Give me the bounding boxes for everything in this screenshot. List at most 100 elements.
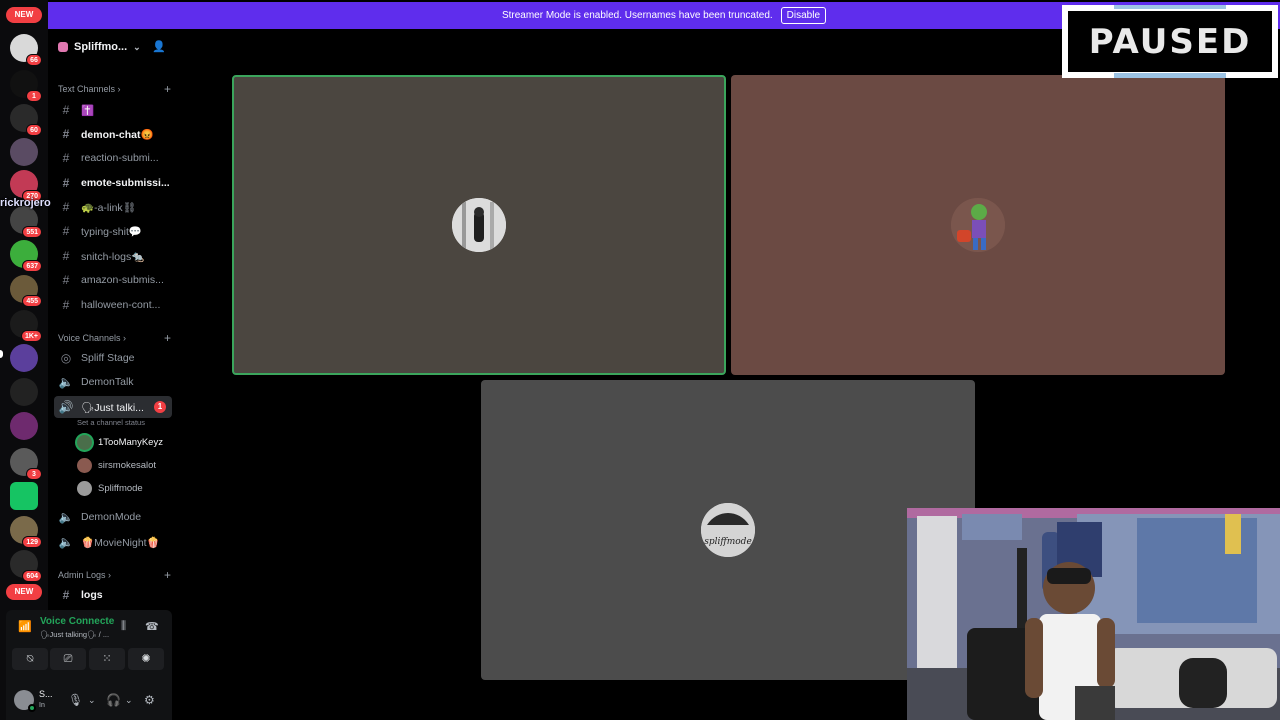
server-icon[interactable]: 604 xyxy=(10,550,42,582)
webcam-feed xyxy=(907,508,1280,720)
server-icon[interactable]: 551 xyxy=(10,206,42,238)
gear-icon[interactable]: ⚙ xyxy=(144,693,155,707)
channel-item[interactable]: # emote-submissi... xyxy=(54,172,172,194)
channel-label: logs xyxy=(81,589,103,601)
paused-label: PAUSED xyxy=(1066,9,1274,74)
video-tile[interactable] xyxy=(731,75,1225,375)
server-badge: 60 xyxy=(26,124,42,136)
hash-icon: # xyxy=(62,588,70,602)
channel-label: ✝️ xyxy=(81,104,95,117)
status-online-icon xyxy=(28,704,36,712)
server-icon[interactable]: 637 xyxy=(10,240,42,272)
channel-item[interactable]: # halloween-cont... xyxy=(54,294,172,316)
voice-connected-title[interactable]: Voice Connecte xyxy=(40,616,114,627)
server-icon[interactable]: 66 xyxy=(10,34,42,66)
signal-icon: 📶 xyxy=(18,621,32,633)
channel-item[interactable]: # reaction-submi... xyxy=(54,147,172,169)
invite-people-icon[interactable]: 👤 xyxy=(152,40,166,53)
voice-channel-item[interactable]: 🔈 DemonMode xyxy=(54,506,172,528)
activities-button[interactable]: ⁙ xyxy=(89,648,125,670)
voice-user-name: Spliffmode xyxy=(98,482,143,494)
channel-item[interactable]: # logs xyxy=(54,584,172,606)
noise-suppression-icon[interactable]: ⫼ xyxy=(121,620,126,633)
voice-channel-item[interactable]: ◎ Spliff Stage xyxy=(54,347,172,369)
channel-label: snitch-logs🐀 xyxy=(81,250,145,263)
server-icon[interactable]: 1 xyxy=(10,70,42,102)
paused-overlay: PAUSED xyxy=(1062,5,1278,78)
server-icon[interactable]: 60 xyxy=(10,104,42,136)
category-voice-channels[interactable]: Voice Channels › + xyxy=(58,331,171,345)
server-icon[interactable] xyxy=(10,344,38,372)
disconnect-icon[interactable]: ☎ xyxy=(145,620,159,633)
soundboard-button[interactable]: ✺ xyxy=(128,648,164,670)
voice-channel-item[interactable]: 🔈 🍿MovieNight🍿 xyxy=(54,531,172,553)
add-channel-icon[interactable]: + xyxy=(164,568,171,582)
add-channel-icon[interactable]: + xyxy=(164,82,171,96)
new-servers-pill[interactable]: NEW xyxy=(6,7,42,23)
category-label: Voice Channels xyxy=(58,333,121,343)
overlay-accent xyxy=(1114,73,1226,78)
avatar-logo-text: spliffmode xyxy=(704,537,752,547)
channel-item[interactable]: # amazon-submis... xyxy=(54,269,172,291)
avatar xyxy=(452,198,506,252)
avatar xyxy=(951,198,1005,252)
screenshare-button[interactable]: ⎚ xyxy=(50,648,86,670)
voice-user-name: sirsmokesalot xyxy=(98,459,157,471)
server-icon[interactable] xyxy=(10,378,38,406)
server-icon[interactable]: 270 xyxy=(10,170,42,202)
voice-user-name: 1TooManyKeyz xyxy=(98,436,163,448)
avatar[interactable] xyxy=(14,690,36,712)
speaker-icon: 🔊 xyxy=(58,400,74,414)
channel-item[interactable]: # 🐢-a-link⛓ xyxy=(54,196,172,218)
server-icon[interactable]: 3 xyxy=(10,448,42,480)
server-icon[interactable]: 455 xyxy=(10,275,42,307)
channel-item[interactable]: # typing-shit💬 xyxy=(54,220,172,242)
hash-icon: # xyxy=(62,298,70,312)
channel-label: emote-submissi... xyxy=(81,177,170,189)
voice-connected-channel[interactable]: 🗣Just talking🗣 / ... xyxy=(40,630,109,639)
server-badge: 604 xyxy=(22,570,42,582)
microphone-icon[interactable]: 🎙 xyxy=(68,693,83,707)
avatar xyxy=(77,434,92,450)
camera-button[interactable]: ⍉ xyxy=(12,648,48,670)
voice-user[interactable]: Spliffmode xyxy=(77,478,177,498)
avatar xyxy=(77,480,92,496)
server-badge: 455 xyxy=(22,295,42,307)
category-admin-logs[interactable]: Admin Logs › + xyxy=(58,568,171,582)
headphones-icon[interactable]: 🎧 xyxy=(106,693,121,707)
video-tile[interactable]: spliffmode xyxy=(481,380,975,680)
new-servers-pill[interactable]: NEW xyxy=(6,584,42,600)
chevron-down-icon[interactable]: ⌄ xyxy=(88,695,96,706)
server-icon[interactable] xyxy=(10,482,38,510)
hash-icon: # xyxy=(62,200,70,214)
unread-pip xyxy=(0,350,3,358)
add-channel-icon[interactable]: + xyxy=(164,331,171,345)
chevron-down-icon[interactable]: ⌄ xyxy=(125,695,133,706)
user-status: In xyxy=(39,702,45,709)
channel-status[interactable]: Set a channel status xyxy=(77,418,145,427)
server-icon[interactable]: 129 xyxy=(10,516,42,548)
voice-channel-item[interactable]: 🔈 DemonTalk xyxy=(54,371,172,393)
hash-icon: # xyxy=(62,151,70,165)
voice-user[interactable]: sirsmokesalot xyxy=(77,455,177,475)
server-badge: 1 xyxy=(26,90,42,102)
server-header[interactable]: Spliffmo... ⌄ 👤 xyxy=(48,34,176,60)
channel-label: 🍿MovieNight🍿 xyxy=(81,536,160,549)
video-tile-speaking[interactable] xyxy=(232,75,726,375)
channel-item[interactable]: # ✝️ xyxy=(54,99,172,121)
channel-item[interactable]: # snitch-logs🐀 xyxy=(54,245,172,267)
category-text-channels[interactable]: Text Channels › + xyxy=(58,82,171,96)
disable-button[interactable]: Disable xyxy=(780,7,827,24)
speaker-icon: 🔈 xyxy=(58,535,74,549)
server-badge: 66 xyxy=(26,54,42,66)
hash-icon: # xyxy=(62,127,70,141)
voice-user[interactable]: 1TooManyKeyz xyxy=(77,432,177,452)
server-icon[interactable]: 1K+ xyxy=(10,310,42,342)
channel-label: amazon-submis... xyxy=(81,274,164,286)
voice-channel-item-active[interactable]: 🔊 🗣Just talki... 1 xyxy=(54,396,172,418)
server-icon[interactable] xyxy=(10,138,38,166)
channel-item[interactable]: # demon-chat😡 xyxy=(54,123,172,145)
hash-icon: # xyxy=(62,273,70,287)
channel-label: DemonMode xyxy=(81,511,142,523)
server-icon[interactable] xyxy=(10,412,38,440)
